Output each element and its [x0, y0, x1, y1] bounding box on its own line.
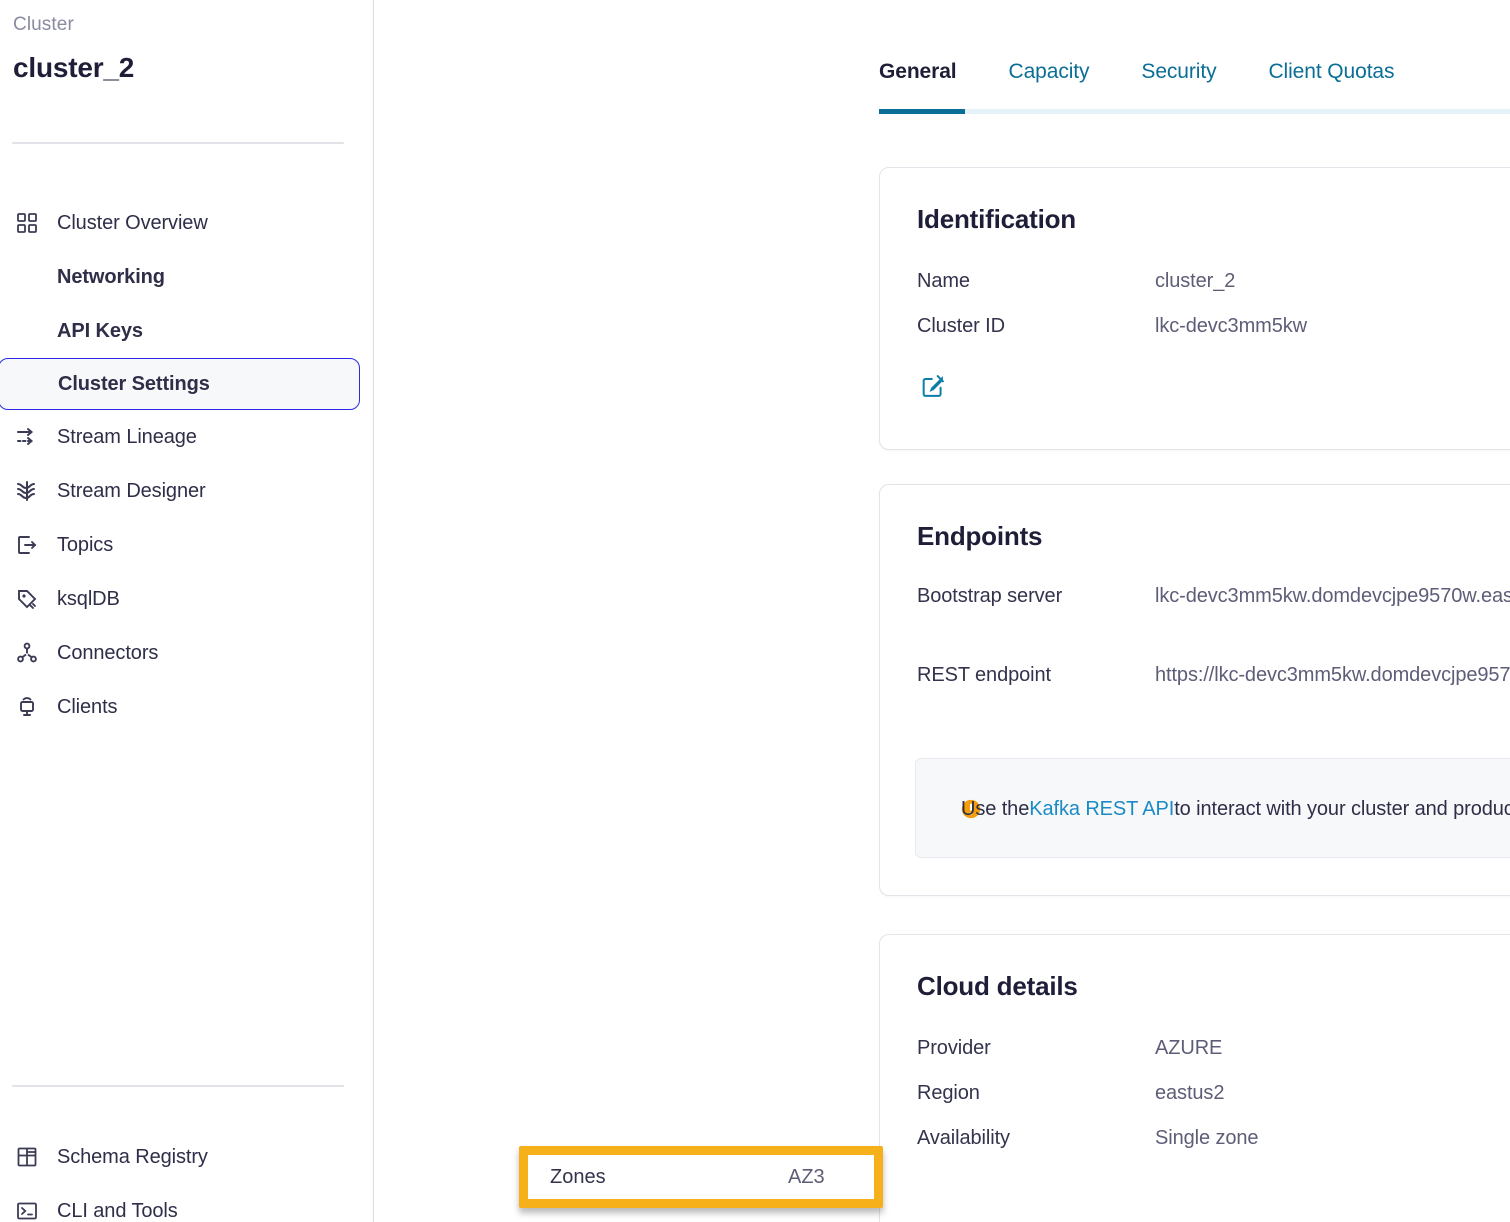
app-root: Cluster cluster_2 Cluster Overview Netwo…	[0, 0, 1510, 1222]
kafka-rest-api-link[interactable]: Kafka REST API	[1029, 798, 1174, 821]
lineage-arrow-icon	[14, 424, 40, 450]
row-value: AZ3	[788, 1166, 825, 1189]
banner-text: Use the Kafka REST API to interact with …	[961, 759, 1510, 859]
row-value: Single zone	[1155, 1123, 1510, 1154]
sidebar-eyebrow: Cluster	[13, 14, 74, 36]
sidebar-item-label: CLI and Tools	[57, 1200, 178, 1222]
sidebar-item-label: Connectors	[57, 642, 158, 665]
grid-icon	[14, 210, 40, 236]
row-value: lkc-devc3mm5kw.domdevcjpe9570w.eastus2.a…	[1155, 581, 1510, 612]
sidebar-item-clients[interactable]: Clients	[0, 680, 374, 734]
endpoints-title: Endpoints	[917, 521, 1042, 552]
topics-export-icon	[14, 532, 40, 558]
kafka-rest-api-banner: Use the Kafka REST API to interact with …	[915, 758, 1510, 858]
tab-bar: General Capacity Security Client Quotas	[879, 60, 1510, 118]
sidebar-item-stream-lineage[interactable]: Stream Lineage	[0, 410, 374, 464]
cloud-row-availability: Availability Single zone	[917, 1123, 1510, 1154]
tab-underline-active	[879, 109, 965, 114]
connectors-node-icon	[14, 640, 40, 666]
sidebar-item-cli-and-tools[interactable]: CLI and Tools	[0, 1184, 374, 1222]
sidebar-footer-nav: Schema Registry CLI and Tools	[0, 1130, 374, 1222]
sidebar-item-label: Stream Designer	[57, 480, 206, 503]
sidebar: Cluster cluster_2 Cluster Overview Netwo…	[0, 0, 374, 1222]
row-key: Bootstrap server	[917, 581, 1155, 612]
row-key: REST endpoint	[917, 660, 1155, 691]
endpoints-row-bootstrap-server: Bootstrap server lkc-devc3mm5kw.domdevcj…	[917, 581, 1510, 612]
sidebar-divider-bottom	[12, 1085, 344, 1087]
sidebar-item-label: Clients	[57, 696, 117, 719]
sidebar-item-label: API Keys	[57, 320, 143, 343]
sidebar-item-cluster-settings[interactable]: Cluster Settings	[0, 358, 360, 410]
sidebar-item-label: ksqlDB	[57, 588, 120, 611]
terminal-icon	[14, 1198, 40, 1222]
ksqldb-tag-icon	[14, 586, 40, 612]
zones-highlight-box: Zones AZ3	[519, 1146, 883, 1208]
sidebar-item-label: Stream Lineage	[57, 426, 197, 449]
sidebar-item-stream-designer[interactable]: Stream Designer	[0, 464, 374, 518]
row-value: eastus2	[1155, 1078, 1510, 1109]
tab-security[interactable]: Security	[1141, 60, 1216, 84]
sidebar-item-networking[interactable]: Networking	[0, 250, 374, 304]
sidebar-item-label: Schema Registry	[57, 1146, 208, 1169]
sidebar-item-label: Cluster Overview	[57, 212, 208, 235]
sidebar-cluster-title: cluster_2	[13, 52, 134, 84]
row-key: Cluster ID	[917, 311, 1155, 342]
identification-row-cluster-id: Cluster ID lkc-devc3mm5kw	[917, 311, 1510, 342]
row-value: https://lkc-devc3mm5kw.domdevcjpe9570w.e…	[1155, 660, 1510, 691]
main-content: General Capacity Security Client Quotas …	[374, 0, 1510, 1222]
sidebar-item-connectors[interactable]: Connectors	[0, 626, 374, 680]
sidebar-item-label: Topics	[57, 534, 113, 557]
tab-list: General Capacity Security Client Quotas	[879, 60, 1510, 102]
row-key: Zones	[550, 1166, 788, 1189]
tab-capacity[interactable]: Capacity	[1009, 60, 1090, 84]
sidebar-nav: Cluster Overview Networking API Keys Clu…	[0, 196, 374, 734]
row-value: cluster_2	[1155, 266, 1510, 297]
identification-title: Identification	[917, 204, 1076, 235]
cloud-details-card: Cloud details Provider AZURE Region east…	[879, 934, 1510, 1222]
tab-underline-track	[879, 109, 1510, 114]
sidebar-item-topics[interactable]: Topics	[0, 518, 374, 572]
edit-pencil-square-icon[interactable]	[919, 372, 947, 400]
row-key: Region	[917, 1078, 1155, 1109]
tab-general[interactable]: General	[879, 60, 957, 84]
cloud-row-zones: Zones AZ3	[550, 1155, 864, 1199]
row-key: Availability	[917, 1123, 1155, 1154]
sidebar-item-label: Cluster Settings	[58, 373, 210, 396]
tab-client-quotas[interactable]: Client Quotas	[1268, 60, 1394, 84]
endpoints-row-rest-endpoint: REST endpoint https://lkc-devc3mm5kw.dom…	[917, 660, 1510, 691]
banner-text-middle: to interact with your cluster and produc…	[1174, 798, 1510, 821]
sidebar-divider-top	[12, 142, 344, 144]
sidebar-item-label: Networking	[57, 266, 165, 289]
row-value: AZURE	[1155, 1033, 1510, 1064]
cloud-details-title: Cloud details	[917, 971, 1078, 1002]
clients-monitor-icon	[14, 694, 40, 720]
sidebar-item-ksqldb[interactable]: ksqlDB	[0, 572, 374, 626]
cloud-row-provider: Provider AZURE	[917, 1033, 1510, 1064]
banner-text-before: Use the	[961, 798, 1029, 821]
identification-card: Identification Name cluster_2 Cluster ID…	[879, 167, 1510, 450]
identification-row-name: Name cluster_2	[917, 266, 1510, 297]
cloud-row-region: Region eastus2	[917, 1078, 1510, 1109]
sidebar-item-cluster-overview[interactable]: Cluster Overview	[0, 196, 374, 250]
sidebar-item-api-keys[interactable]: API Keys	[0, 304, 374, 358]
row-key: Provider	[917, 1033, 1155, 1064]
row-value: lkc-devc3mm5kw	[1155, 311, 1510, 342]
row-key: Name	[917, 266, 1155, 297]
schema-grid-icon	[14, 1144, 40, 1170]
sidebar-item-schema-registry[interactable]: Schema Registry	[0, 1130, 374, 1184]
stream-designer-icon	[14, 478, 40, 504]
